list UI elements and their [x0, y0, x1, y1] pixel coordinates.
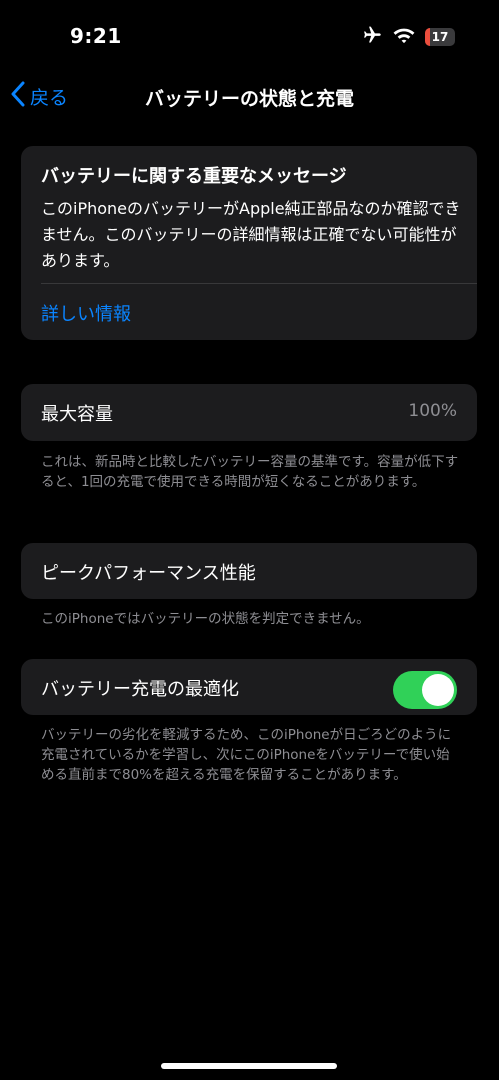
wifi-icon — [393, 26, 415, 48]
peak-performance-footnote: このiPhoneではバッテリーの状態を判定できません。 — [41, 611, 370, 627]
optimized-charging-toggle[interactable] — [393, 671, 457, 709]
divider — [41, 283, 477, 284]
status-bar: 9:21 17 — [0, 0, 499, 70]
airplane-icon — [361, 25, 383, 49]
battery-icon: 17 — [425, 28, 455, 46]
battery-level: 17 — [431, 30, 449, 44]
status-time: 9:21 — [70, 24, 122, 48]
home-indicator[interactable] — [161, 1063, 337, 1069]
optimized-charging-row: バッテリー充電の最適化 — [21, 659, 477, 715]
battery-message-card: バッテリーに関する重要なメッセージ このiPhoneのバッテリーがApple純正… — [21, 146, 477, 340]
message-title: バッテリーに関する重要なメッセージ — [41, 166, 347, 187]
max-capacity-value: 100% — [408, 401, 457, 421]
page-title: バッテリーの状態と充電 — [144, 88, 354, 110]
max-capacity-label: 最大容量 — [41, 404, 113, 425]
status-icons: 17 — [361, 26, 455, 48]
navigation-bar: 戻る バッテリーの状態と充電 — [0, 72, 499, 120]
max-capacity-row: 最大容量 100% — [21, 384, 477, 441]
max-capacity-footnote: これは、新品時と比較したバッテリー容量の基準です。容量が低下すると、1回の充電で… — [41, 454, 459, 490]
peak-performance-label: ピークパフォーマンス性能 — [41, 563, 256, 584]
peak-performance-row: ピークパフォーマンス性能 — [21, 543, 477, 599]
optimized-charging-footnote: バッテリーの劣化を軽減するため、このiPhoneが日ごろどのように充電されている… — [41, 727, 452, 783]
toggle-knob — [422, 674, 454, 706]
message-body: このiPhoneのバッテリーがApple純正部品なのか確認できません。このバッテ… — [41, 199, 461, 270]
battery-level-fill — [425, 28, 431, 46]
learn-more-link[interactable]: 詳しい情報 — [41, 300, 131, 326]
optimized-charging-label: バッテリー充電の最適化 — [41, 679, 239, 700]
